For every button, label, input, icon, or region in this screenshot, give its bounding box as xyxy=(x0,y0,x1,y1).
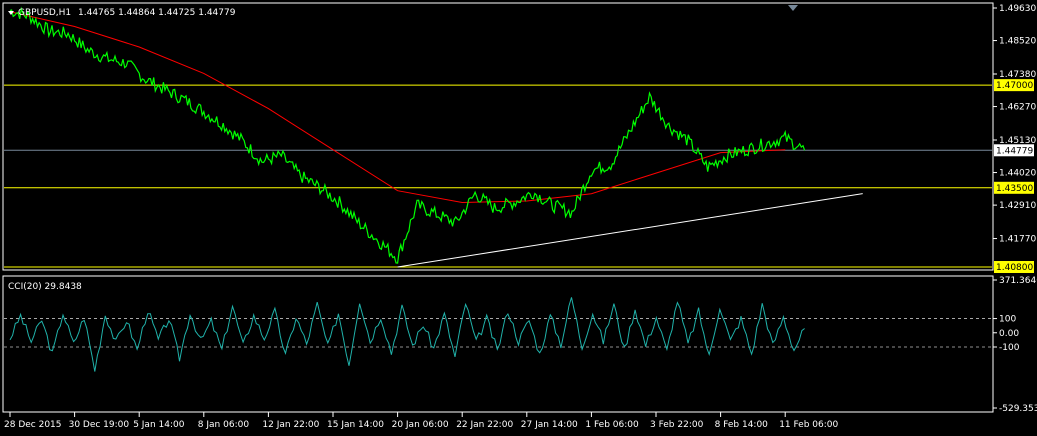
series-layer xyxy=(9,6,863,268)
level-badge-label: 1.40800 xyxy=(996,263,1033,273)
main-panel-frame xyxy=(2,2,994,271)
x-tick-label: 30 Dec 19:00 xyxy=(69,420,130,430)
price-chart[interactable]: 1.496301.485201.473801.462701.451301.440… xyxy=(0,0,1037,436)
x-tick-label: 5 Jan 14:00 xyxy=(133,420,185,430)
axis-layer: 1.496301.485201.473801.462701.451301.440… xyxy=(4,4,1037,430)
y-tick-label: 1.44020 xyxy=(999,169,1036,179)
y-tick-label: 1.46270 xyxy=(999,103,1036,113)
x-tick-label: 20 Jan 06:00 xyxy=(392,420,449,430)
header-ohlc: 1.44765 1.44864 1.44725 1.44779 xyxy=(78,8,236,18)
cci-y-tick-label: 100 xyxy=(999,315,1016,325)
levels-layer xyxy=(4,84,992,268)
cci-line xyxy=(9,297,805,372)
grid-layer xyxy=(4,318,992,348)
cci-y-tick-label: 0.00 xyxy=(999,329,1019,339)
moving-average-line xyxy=(9,11,786,204)
x-tick-label: 8 Jan 06:00 xyxy=(198,420,250,430)
current-price-label: 1.44779 xyxy=(996,146,1033,156)
y-tick-label: 1.41770 xyxy=(999,235,1036,245)
cci-title: CCI(20) 29.8438 xyxy=(8,282,82,292)
x-tick-label: 15 Jan 14:00 xyxy=(327,420,384,430)
x-tick-label: 3 Feb 22:00 xyxy=(650,420,704,430)
price-line xyxy=(9,6,806,264)
cci-y-tick-label: -529.3536 xyxy=(999,404,1037,414)
x-tick-label: 11 Feb 06:00 xyxy=(779,420,838,430)
level-badge-label: 1.47000 xyxy=(996,81,1033,91)
x-tick-label: 22 Jan 22:00 xyxy=(456,420,513,430)
x-tick-label: 12 Jan 22:00 xyxy=(262,420,319,430)
cci-y-tick-label: -100 xyxy=(999,343,1020,353)
x-tick-label: 28 Dec 2015 xyxy=(4,420,62,430)
y-tick-label: 1.42910 xyxy=(999,201,1036,211)
cci-panel-frame xyxy=(2,275,994,413)
header-symbol: GBPUSD,H1 xyxy=(18,8,71,18)
y-tick-label: 1.49630 xyxy=(999,4,1036,14)
y-tick-label: 1.47380 xyxy=(999,70,1036,80)
y-tick-label: 1.48520 xyxy=(999,37,1036,47)
x-tick-label: 1 Feb 06:00 xyxy=(585,420,639,430)
shift-marker-icon[interactable] xyxy=(788,5,798,11)
cci-layer xyxy=(9,297,805,372)
cci-y-tick-label: 371.3646 xyxy=(999,276,1037,286)
x-tick-label: 8 Feb 14:00 xyxy=(715,420,769,430)
x-tick-label: 27 Jan 14:00 xyxy=(521,420,578,430)
level-badge-label: 1.43500 xyxy=(996,184,1033,194)
